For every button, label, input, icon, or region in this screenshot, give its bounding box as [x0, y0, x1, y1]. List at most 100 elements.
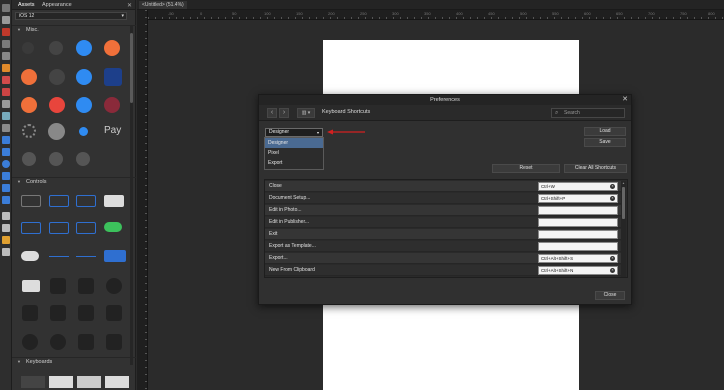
control-tile-icon[interactable] [50, 305, 66, 321]
keyboard-thumb-1[interactable] [21, 376, 45, 388]
apple-logo-icon[interactable] [106, 305, 122, 321]
reply-icon[interactable] [76, 69, 92, 85]
scrollbar-thumb[interactable] [130, 33, 133, 103]
section-misc[interactable]: ▼ Misc. [12, 25, 136, 34]
scroll-up-icon[interactable]: ▲ [621, 181, 626, 185]
table-row[interactable]: Export... Ctrl+Alt+Shift+S × [265, 253, 621, 264]
search-input[interactable]: ⌕ Search [551, 108, 625, 118]
place-image-icon[interactable] [2, 136, 10, 144]
scrollbar-thumb[interactable] [622, 187, 625, 219]
tab-appearance[interactable]: Appearance [42, 2, 72, 8]
show-all-button[interactable]: ▥ ▾ [297, 108, 315, 118]
eyedropper-icon[interactable] [2, 100, 10, 108]
rectangle-tool-icon[interactable] [2, 148, 10, 156]
message-icon[interactable] [104, 40, 120, 56]
tab-assets[interactable]: Assets [18, 2, 35, 8]
toggle-switch-off[interactable] [21, 251, 39, 261]
save-button[interactable]: Save [584, 138, 626, 147]
button-blue-outline[interactable] [49, 195, 69, 207]
toggle-switch-on[interactable] [104, 222, 122, 232]
orientation-lock-icon[interactable] [50, 334, 66, 350]
panel-close-icon[interactable]: ✕ [127, 2, 132, 9]
transparency-tool-icon[interactable] [2, 88, 10, 96]
hand-tool-icon[interactable] [2, 236, 10, 244]
table-row[interactable]: Export as Template... [265, 241, 621, 252]
calendar-icon[interactable] [76, 97, 92, 113]
section-keyboards[interactable]: ▼ Keyboards [12, 357, 136, 366]
clear-shortcut-icon[interactable]: × [610, 196, 615, 201]
clear-shortcut-icon[interactable]: × [610, 256, 615, 261]
flashlight-icon[interactable] [22, 305, 38, 321]
fill-tool-icon[interactable] [2, 64, 10, 72]
slider-track[interactable] [49, 256, 69, 257]
dot-icon[interactable] [79, 127, 88, 136]
keyboard-thumb-2[interactable] [49, 376, 73, 388]
asset-blank[interactable] [22, 42, 34, 54]
close-icon[interactable]: ✕ [622, 95, 628, 105]
keyboard-thumb-4[interactable] [105, 376, 129, 388]
button-light[interactable] [104, 195, 124, 207]
shortcut-field[interactable] [538, 242, 618, 251]
slice-tool-icon[interactable] [2, 124, 10, 132]
preset-select[interactable]: Designer ▾ [265, 128, 323, 137]
rounded-rect-icon[interactable] [2, 172, 10, 180]
button-outline[interactable] [21, 195, 41, 207]
pen-tool-icon[interactable] [2, 28, 10, 36]
reset-button[interactable]: Reset [492, 164, 560, 173]
calculator-icon[interactable] [78, 278, 94, 294]
section-controls[interactable]: ▼ Controls [12, 177, 136, 186]
node-tool-icon[interactable] [2, 16, 10, 24]
clear-shortcut-icon[interactable]: × [610, 184, 615, 189]
clear-all-shortcuts-button[interactable]: Clear All Shortcuts [564, 164, 627, 173]
table-row[interactable]: Document Setup... Ctrl+Shift+P × [265, 193, 621, 204]
forward-button[interactable]: › [279, 108, 289, 118]
control-tile-2-icon[interactable] [78, 305, 94, 321]
volume-icon[interactable] [49, 69, 65, 85]
shapes-tool-icon[interactable] [2, 196, 10, 204]
close-button[interactable]: Close [595, 291, 625, 300]
ellipse-tool-icon[interactable] [2, 160, 10, 168]
shortcut-field[interactable]: Ctrl+W × [538, 182, 618, 191]
crop-tool-icon[interactable] [2, 112, 10, 120]
table-row[interactable]: Edit in Photo... [265, 205, 621, 216]
table-row[interactable]: Edit in Publisher... [265, 217, 621, 228]
segment-outline-3[interactable] [76, 222, 96, 234]
moon-icon[interactable] [22, 334, 38, 350]
camera-button-icon[interactable] [22, 152, 36, 166]
shortcut-field[interactable]: Ctrl+Shift+P × [538, 194, 618, 203]
table-scrollbar[interactable]: ▲ [621, 181, 626, 277]
avatar[interactable] [48, 123, 65, 140]
contact-button-icon[interactable] [76, 152, 90, 166]
preset-option[interactable]: Designer [265, 138, 323, 148]
table-row[interactable]: Close Ctrl+W × [265, 181, 621, 192]
shortcut-field[interactable]: Ctrl+Alt+Shift+N × [538, 266, 618, 275]
table-row[interactable]: New From Clipboard Ctrl+Alt+Shift+N × [265, 265, 621, 276]
vector-brush-icon[interactable] [2, 52, 10, 60]
artistic-text-icon[interactable] [2, 212, 10, 220]
asset-category-select[interactable]: iOS 12 ▾ [15, 12, 127, 20]
document-tab[interactable]: <Untitled> (51.4%) [139, 1, 187, 9]
flag-icon[interactable] [21, 97, 37, 113]
spinner-icon[interactable] [22, 124, 36, 138]
camera-icon[interactable] [50, 278, 66, 294]
keyboard-thumb-3[interactable] [77, 376, 101, 388]
table-row[interactable]: Exit [265, 229, 621, 240]
photo-thumbnail[interactable] [104, 68, 122, 86]
apple-pay-icon[interactable]: Pay [104, 125, 121, 137]
back-button[interactable]: ‹ [267, 108, 277, 118]
mirroring-icon[interactable] [78, 334, 94, 350]
preset-option[interactable]: Export [265, 158, 323, 168]
pencil-tool-icon[interactable] [2, 40, 10, 48]
preset-option[interactable]: Pixel [265, 148, 323, 158]
segment-outline[interactable] [21, 222, 41, 234]
slider-track-2[interactable] [76, 256, 96, 257]
zoom-tool-icon[interactable] [2, 248, 10, 256]
segment-outline-2[interactable] [49, 222, 69, 234]
triangle-tool-icon[interactable] [2, 184, 10, 192]
shortcut-field[interactable] [538, 230, 618, 239]
fork-icon[interactable] [21, 69, 37, 85]
shortcut-field[interactable] [538, 218, 618, 227]
move-tool-icon[interactable] [2, 4, 10, 12]
gradient-tool-icon[interactable] [2, 76, 10, 84]
button-blue-outline-2[interactable] [76, 195, 96, 207]
